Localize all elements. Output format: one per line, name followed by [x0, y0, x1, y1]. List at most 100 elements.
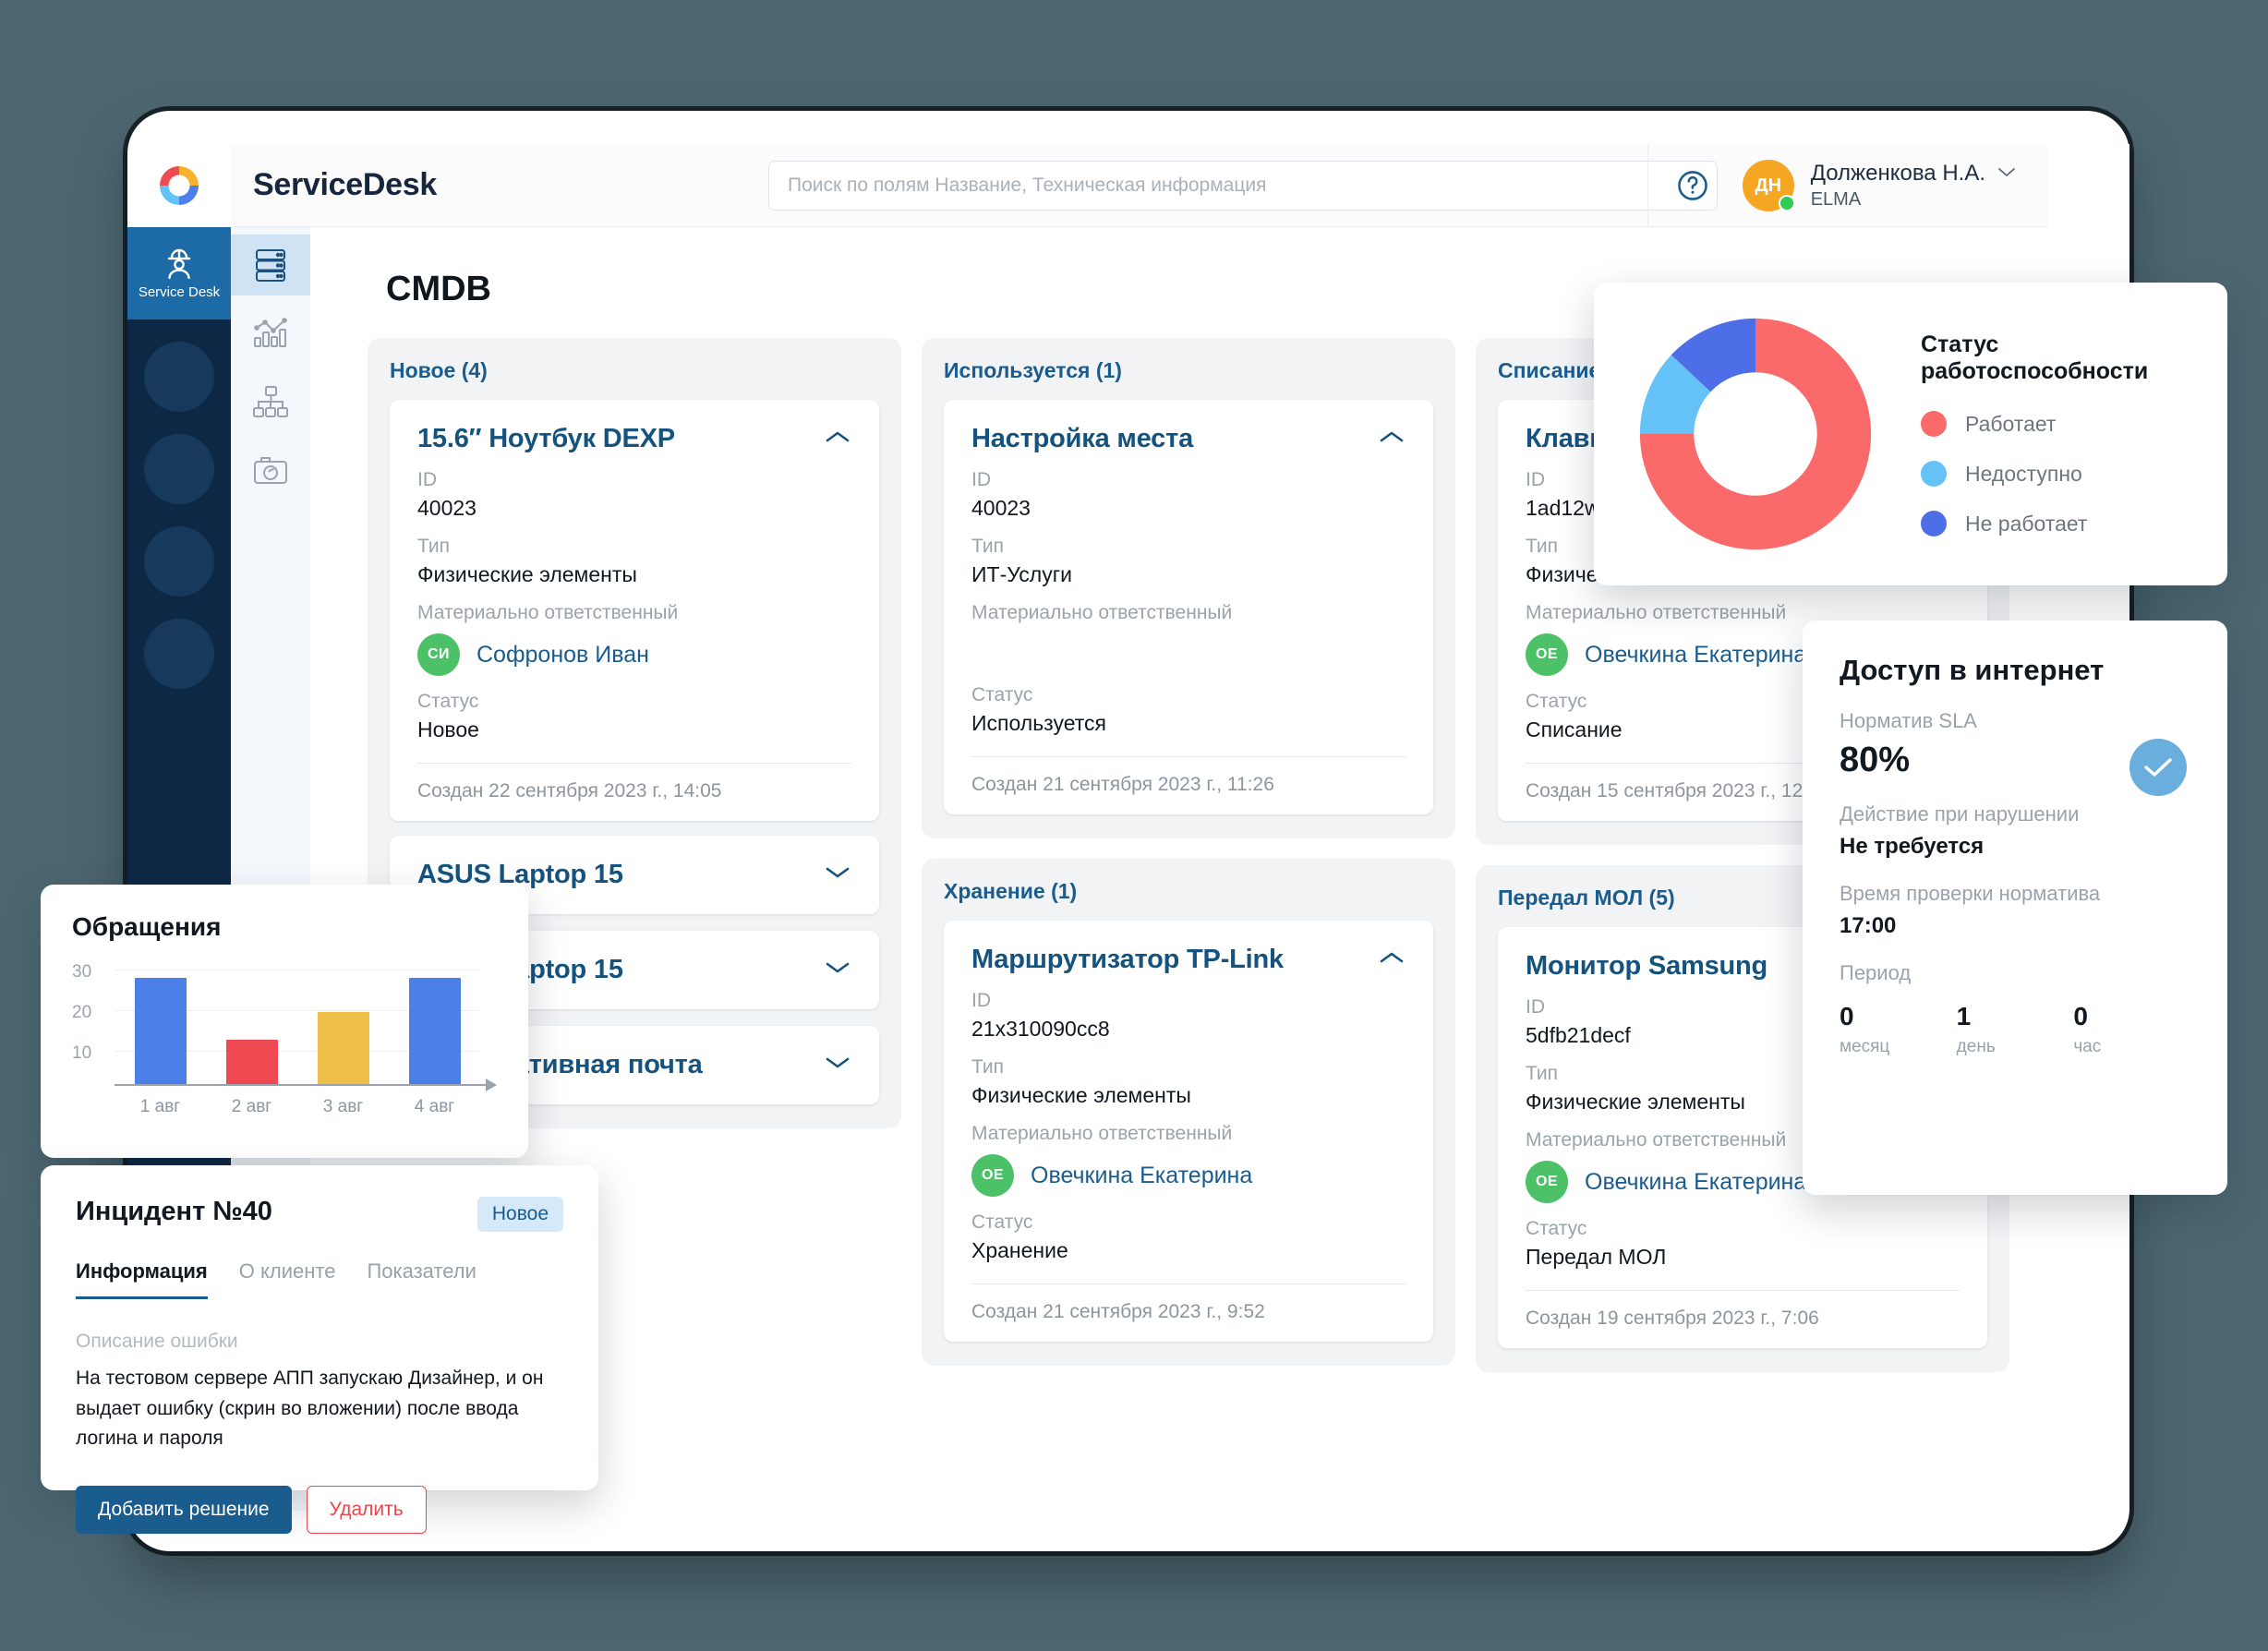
header-user-area: ДН Долженкова Н.А. ELMA — [1647, 144, 2048, 227]
x-tick: 1 авг — [139, 1097, 181, 1116]
donut-legend: Статус работоспособности Работает Недост… — [1921, 331, 2194, 536]
sidebar-item-topology[interactable] — [231, 371, 310, 432]
period-unit: день — [1956, 1037, 1996, 1056]
legend-swatch — [1921, 411, 1947, 437]
user-name: Долженкова Н.А. — [1810, 161, 1985, 186]
sidebar-item-label: Service Desk — [138, 283, 221, 300]
tab-metrics[interactable]: Показатели — [367, 1259, 476, 1299]
x-axis-arrow-icon — [486, 1079, 497, 1091]
column-header: Новое (4) — [390, 358, 488, 382]
sla-period-label: Период — [1840, 961, 1912, 984]
app-title: ServiceDesk — [253, 167, 437, 202]
legend-item[interactable]: Не работает — [1921, 511, 2194, 536]
sidebar-item-cmdb[interactable] — [231, 235, 310, 295]
search-box[interactable] — [768, 161, 1718, 211]
requests-chart-widget: Обращения 30 20 10 1 авг 2 авг 3 авг 4 а… — [41, 885, 528, 1158]
sla-norm-label: Норматив SLA — [1840, 709, 1977, 732]
field-label-id: ID — [971, 990, 991, 1011]
column-header: Используется (1) — [944, 358, 1122, 382]
chevron-down-icon[interactable] — [824, 959, 851, 981]
y-tick: 10 — [72, 1043, 92, 1063]
tab-information[interactable]: Информация — [76, 1259, 208, 1299]
ci-card[interactable]: 15.6″ Ноутбук DEXP ID 40023 Тип Физическ… — [390, 400, 879, 821]
sla-widget: Доступ в интернет Норматив SLA 80% Дейст… — [1803, 621, 2227, 1195]
server-stack-icon — [256, 249, 285, 282]
owner-name[interactable]: Софронов Иван — [477, 642, 649, 669]
add-solution-button[interactable]: Добавить решение — [76, 1485, 292, 1534]
legend-swatch — [1921, 461, 1947, 487]
sidebar-item-analytics[interactable] — [231, 303, 310, 364]
tab-client[interactable]: О клиенте — [239, 1259, 336, 1299]
period-number: 0 — [1840, 1002, 1854, 1030]
elma-circles-logo-icon — [160, 165, 199, 205]
x-tick: 2 авг — [231, 1097, 272, 1116]
y-tick: 30 — [72, 962, 92, 982]
ci-card[interactable]: Маршрутизатор TP-Link ID 21x310090cc8 Ти… — [944, 921, 1433, 1342]
sla-time-value: 17:00 — [1840, 913, 1897, 938]
card-title: Настройка места — [971, 424, 1194, 453]
owner-row[interactable]: СИ Софронов Иван — [417, 633, 851, 676]
owner-row[interactable]: ОЕ Овечкина Екатерина — [971, 1154, 1405, 1197]
period-number: 1 — [1956, 1002, 1972, 1030]
field-value-status: Используется — [971, 711, 1106, 735]
search-input[interactable] — [768, 161, 1718, 211]
card-title: Маршрутизатор TP-Link — [971, 945, 1284, 974]
bar[interactable] — [317, 1012, 369, 1086]
legend-item[interactable]: Недоступно — [1921, 461, 2194, 487]
card-created: Создан 21 сентября 2023 г., 11:26 — [971, 756, 1405, 796]
sidebar-item-service-desk[interactable]: Service Desk — [127, 227, 231, 319]
card-created: Создан 22 сентября 2023 г., 14:05 — [417, 763, 851, 802]
field-label-owner: Материально ответственный — [971, 1123, 1233, 1144]
chevron-down-icon[interactable] — [824, 864, 851, 886]
field-value-id: 40023 — [417, 496, 477, 520]
x-tick: 4 авг — [414, 1097, 455, 1116]
card-title: 15.6″ Ноутбук DEXP — [417, 424, 675, 453]
bar[interactable] — [134, 977, 187, 1086]
bar-series — [115, 962, 480, 1086]
legend-swatch — [1921, 511, 1947, 536]
chevron-up-icon[interactable] — [1378, 949, 1405, 970]
period-month: 0 месяц — [1840, 1002, 1957, 1057]
board-column-inuse: Используется (1) Настройка места ID 4002… — [922, 338, 1455, 1511]
chevron-up-icon[interactable] — [1378, 428, 1405, 450]
owner-name[interactable]: Овечкина Екатерина — [1585, 1169, 1806, 1196]
field-value-id: 40023 — [971, 496, 1031, 520]
error-description-text: На тестовом сервере АПП запускаю Дизайне… — [76, 1368, 544, 1450]
bar[interactable] — [408, 977, 461, 1086]
period-number: 0 — [2073, 1002, 2088, 1030]
field-value-status: Хранение — [971, 1238, 1068, 1262]
user-info[interactable]: Долженкова Н.А. ELMA — [1811, 161, 2017, 211]
legend-item[interactable]: Работает — [1921, 411, 2194, 437]
chevron-down-icon[interactable] — [1997, 165, 2017, 183]
status-badge: Новое — [477, 1197, 563, 1232]
chevron-up-icon[interactable] — [824, 428, 851, 450]
sla-title: Доступ в интернет — [1840, 654, 2105, 686]
field-label-status: Статус — [971, 684, 1033, 705]
sidebar-placeholder-blob — [144, 434, 214, 504]
sidebar-placeholder-blob — [144, 526, 214, 597]
bar-chart-icon — [254, 318, 287, 347]
avatar-initials: ДН — [1755, 175, 1782, 196]
owner-avatar: ОЕ — [971, 1154, 1014, 1197]
app-logo[interactable] — [127, 144, 231, 227]
sidebar-item-monitoring[interactable] — [231, 440, 310, 500]
avatar[interactable]: ДН — [1742, 160, 1795, 211]
bar[interactable] — [225, 1039, 278, 1086]
owner-name[interactable]: Овечкина Екатерина — [1585, 642, 1806, 669]
period-hour: 0 час — [2073, 1002, 2190, 1057]
help-icon[interactable] — [1674, 167, 1711, 204]
legend-title: Статус работоспособности — [1921, 331, 2149, 384]
column-panel: Хранение (1) Маршрутизатор TP-Link ID 21… — [922, 859, 1455, 1366]
incident-title: Инцидент №40 — [76, 1197, 272, 1226]
owner-name[interactable]: Овечкина Екатерина — [1031, 1163, 1252, 1189]
legend-label: Недоступно — [1965, 461, 2082, 486]
delete-button[interactable]: Удалить — [306, 1485, 427, 1534]
field-value-status: Передал МОЛ — [1526, 1245, 1667, 1269]
field-label-status: Статус — [417, 691, 479, 712]
sla-period-row: 0 месяц 1 день 0 час — [1840, 1002, 2190, 1057]
ci-card[interactable]: Настройка места ID 40023 Тип ИТ-Услуги М… — [944, 400, 1433, 814]
chart-title: Обращения — [72, 912, 222, 941]
sla-time-label: Время проверки норматива — [1840, 882, 2101, 905]
incident-tabs: Информация О клиенте Показатели — [76, 1259, 563, 1299]
chevron-down-icon[interactable] — [824, 1054, 851, 1076]
